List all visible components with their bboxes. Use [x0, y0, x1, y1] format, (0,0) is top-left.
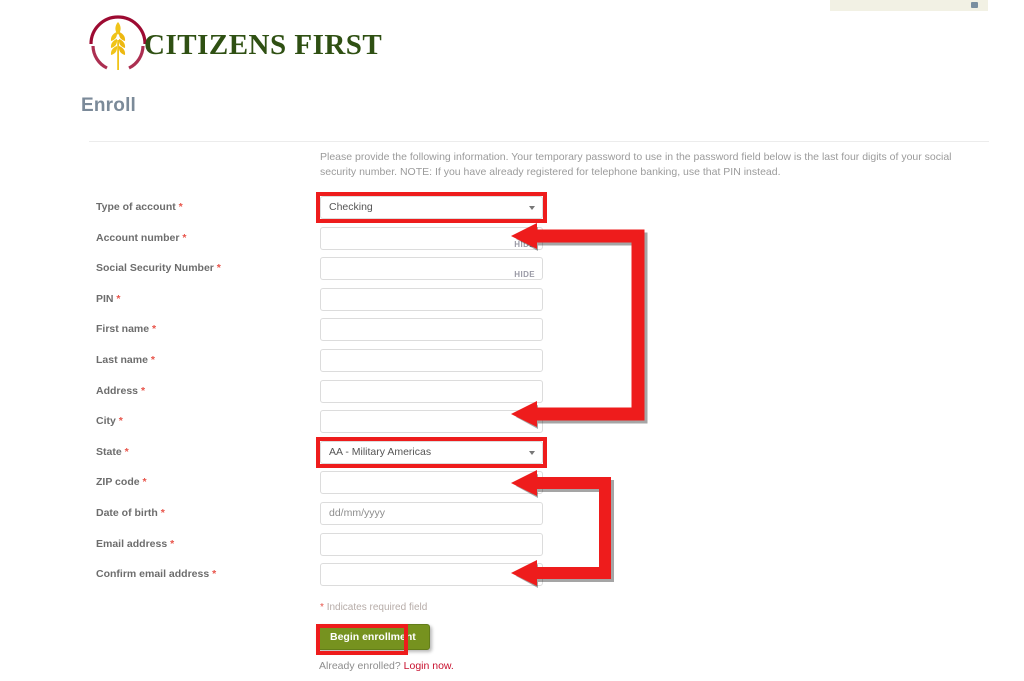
required-asterisk: *	[140, 384, 146, 397]
field-row-state: State * AA - Military Americas	[0, 436, 1024, 472]
begin-enrollment-highlight-box	[316, 624, 408, 655]
required-note-text: Indicates required field	[326, 602, 428, 613]
required-asterisk: *	[178, 201, 183, 213]
input-first-name[interactable]	[320, 318, 543, 342]
field-label-confirm-email-address: Confirm email address *	[96, 568, 217, 581]
select-state[interactable]: AA - Military Americas	[320, 440, 543, 464]
required-star: *	[320, 602, 324, 613]
already-enrolled-text: Already enrolled?	[319, 660, 404, 672]
field-row-social-security-number: Social Security Number * HIDE	[0, 257, 1024, 288]
chevron-down-icon	[529, 206, 535, 210]
input-address[interactable]	[320, 379, 543, 403]
required-asterisk: *	[152, 323, 157, 336]
select-type-of-account[interactable]: Checking	[320, 196, 543, 219]
input-email-address[interactable]	[320, 532, 543, 556]
field-row-last-name: Last name *	[0, 349, 1024, 380]
input-last-name[interactable]	[320, 349, 543, 372]
enrollment-form: Type of account * Checking Account number …	[0, 0, 1024, 681]
already-enrolled-note: Already enrolled? Login now.	[319, 660, 454, 672]
required-field-note: * Indicates required field	[320, 602, 427, 613]
input-pin[interactable]	[320, 287, 543, 311]
input-date-of-birth[interactable]: dd/mm/yyyy	[320, 502, 543, 525]
field-row-email-address: Email address *	[0, 532, 1024, 564]
required-asterisk: *	[182, 231, 187, 244]
submit-button-wrap: Begin enrollment	[316, 624, 430, 655]
field-label-email-address: Email address *	[96, 537, 175, 550]
login-now-link[interactable]: Login now.	[404, 660, 454, 672]
field-row-address: Address *	[0, 379, 1024, 411]
required-asterisk: *	[150, 354, 155, 366]
field-row-city: City *	[0, 410, 1024, 441]
input-social-security-number[interactable]: HIDE	[320, 257, 543, 281]
field-label-date-of-birth: Date of birth *	[96, 507, 165, 519]
input-zip-code[interactable]	[320, 471, 543, 495]
field-row-first-name: First name *	[0, 318, 1024, 349]
field-label-first-name: First name *	[96, 323, 157, 336]
field-label-account-number: Account number *	[96, 231, 187, 244]
field-row-account-number: Account number * HIDE	[0, 226, 1024, 258]
field-label-state: State *	[96, 445, 129, 458]
field-row-type-of-account: Type of account * Checking	[0, 192, 1024, 227]
required-asterisk: *	[212, 568, 217, 581]
field-label-pin: PIN *	[96, 292, 121, 305]
input-confirm-email-address[interactable]	[320, 563, 543, 587]
field-label-address: Address *	[96, 384, 146, 397]
field-label-zip-code: ZIP code *	[96, 476, 147, 489]
required-asterisk: *	[216, 262, 221, 275]
chevron-down-icon	[529, 450, 535, 455]
required-asterisk: *	[118, 415, 123, 428]
input-city[interactable]	[320, 410, 543, 434]
hide-toggle-account-number[interactable]: HIDE	[514, 234, 535, 255]
field-label-social-security-number: Social Security Number *	[96, 262, 221, 275]
field-row-date-of-birth: Date of birth * dd/mm/yyyy	[0, 502, 1024, 533]
required-asterisk: *	[124, 445, 129, 458]
field-row-zip-code: ZIP code *	[0, 471, 1024, 502]
field-label-last-name: Last name *	[96, 354, 155, 366]
required-asterisk: *	[142, 476, 147, 489]
field-label-city: City *	[96, 415, 123, 428]
input-account-number[interactable]: HIDE	[320, 226, 543, 250]
hide-toggle-social-security-number[interactable]: HIDE	[514, 264, 535, 285]
required-asterisk: *	[160, 507, 165, 519]
field-row-pin: PIN *	[0, 287, 1024, 319]
field-label-type-of-account: Type of account *	[96, 201, 183, 213]
required-asterisk: *	[116, 292, 121, 305]
field-row-confirm-email-address: Confirm email address *	[0, 563, 1024, 594]
required-asterisk: *	[170, 537, 175, 550]
